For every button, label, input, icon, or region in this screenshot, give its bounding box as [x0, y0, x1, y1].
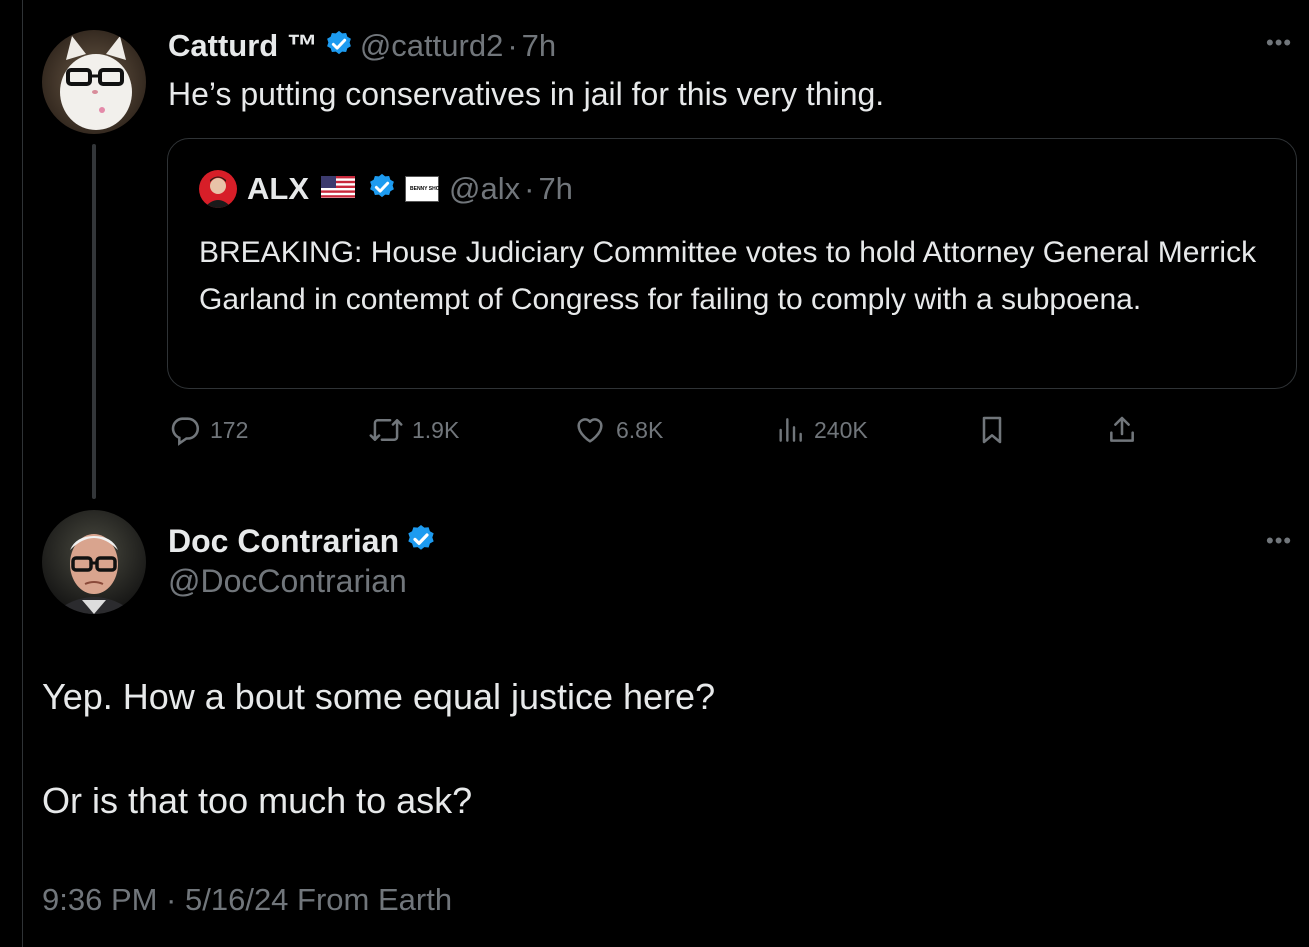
bookmark-button[interactable]: [976, 410, 1008, 450]
us-flag-icon: [321, 175, 355, 203]
views-count: 240K: [814, 416, 868, 443]
tweet-action-bar: 172 1.9K 6.8K 240K: [168, 410, 1168, 450]
repost-count: 1.9K: [412, 416, 460, 443]
bookmark-icon: [982, 416, 1002, 444]
main-tweet-text-line-1: Yep. How a bout some equal justice here?: [42, 676, 716, 717]
more-options-icon[interactable]: •••: [1266, 528, 1292, 554]
catturd-tweet-text: He’s putting conservatives in jail for t…: [168, 76, 885, 112]
heart-icon: [577, 418, 603, 443]
catturd-timestamp[interactable]: 7h: [522, 28, 556, 64]
column-border: [22, 0, 23, 947]
alx-avatar: [199, 170, 237, 208]
doccontrarian-handle[interactable]: @DocContrarian: [168, 563, 407, 600]
reply-count: 172: [210, 416, 249, 443]
like-count: 6.8K: [616, 416, 664, 443]
cat-with-glasses-avatar-icon: [42, 30, 146, 134]
quoted-name-row: ALX BENNY SHOW @alx · 7h: [199, 169, 573, 209]
affiliate-badge-icon: BENNY SHOW: [405, 176, 445, 202]
doccontrarian-display-name[interactable]: Doc Contrarian: [168, 523, 399, 560]
thread-connector-line: [92, 144, 96, 499]
catturd-handle[interactable]: @catturd2: [360, 28, 503, 64]
affiliate-badge-text: BENNY SHOW: [410, 186, 445, 192]
verified-badge-icon: [324, 29, 354, 64]
time-separator: ·: [524, 171, 535, 206]
like-button[interactable]: 6.8K: [572, 410, 663, 450]
catturd-avatar[interactable]: [42, 30, 146, 134]
views-button[interactable]: 240K: [774, 410, 868, 450]
main-tweet-timestamp[interactable]: 9:36 PM · 5/16/24 From Earth: [42, 882, 452, 918]
main-tweet-text-line-2: Or is that too much to ask?: [42, 780, 473, 821]
alx-avatar-icon: [199, 170, 237, 208]
share-button[interactable]: [1106, 410, 1138, 450]
reply-icon: [171, 417, 200, 446]
catturd-display-name[interactable]: Catturd ™: [168, 28, 318, 64]
alx-timestamp[interactable]: 7h: [538, 171, 572, 207]
verified-badge-icon: [367, 172, 397, 207]
reply-button[interactable]: 172: [168, 410, 248, 450]
older-man-with-glasses-avatar-icon: [42, 510, 146, 614]
time-separator: ·: [507, 28, 518, 63]
alx-handle[interactable]: @alx: [449, 171, 520, 207]
views-chart-icon: [779, 418, 802, 442]
catturd-name-row: Catturd ™ @catturd2 · 7h: [168, 26, 556, 66]
quoted-tweet-card[interactable]: ALX BENNY SHOW @alx · 7h BREAKING: House…: [167, 138, 1297, 389]
repost-button[interactable]: 1.9K: [368, 410, 459, 450]
more-options-icon[interactable]: •••: [1266, 30, 1292, 56]
doccontrarian-avatar[interactable]: [42, 510, 146, 614]
quoted-tweet-text: BREAKING: House Judiciary Committee vote…: [199, 236, 1257, 316]
repost-icon: [369, 419, 403, 441]
tweet-thread-page: Catturd ™ @catturd2 · 7h ••• He’s puttin…: [0, 0, 1309, 947]
share-icon: [1110, 416, 1134, 442]
verified-badge-icon: [405, 523, 437, 560]
doccontrarian-name-row: Doc Contrarian: [168, 520, 443, 562]
alx-display-name[interactable]: ALX: [247, 171, 309, 207]
